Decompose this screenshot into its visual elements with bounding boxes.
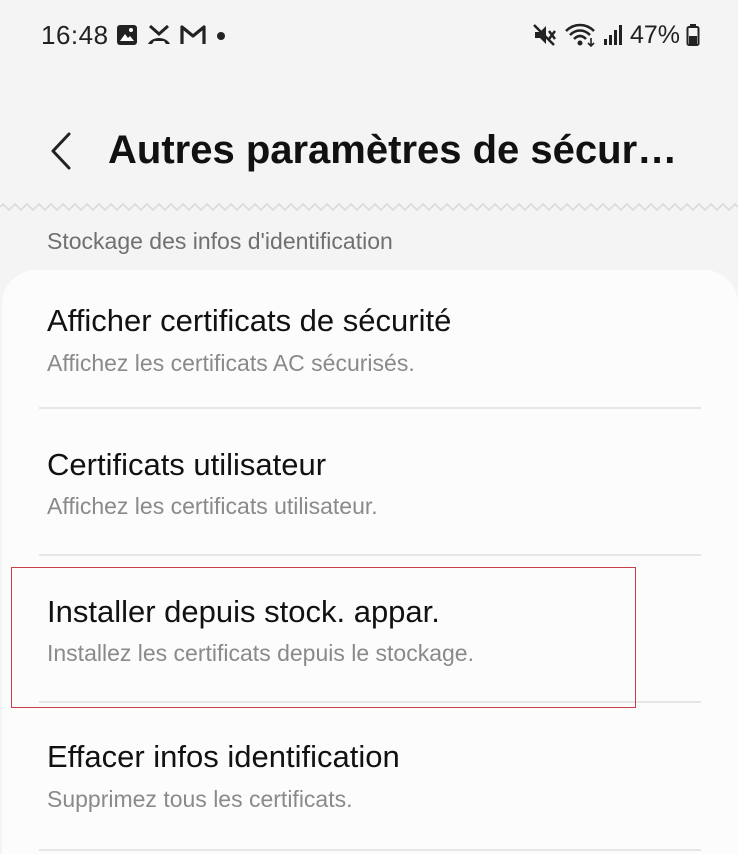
item-subtitle: Installez les certificats depuis le stoc… <box>47 640 474 666</box>
item-subtitle: Affichez les certificats utilisateur. <box>47 493 378 519</box>
screen: 16:48 47% Autres paramètres de sécur… St… <box>0 0 738 854</box>
list-item-view-security-certificates[interactable]: Afficher certificats de sécurité Affiche… <box>2 270 738 408</box>
page-title: Autres paramètres de sécur… <box>108 128 678 172</box>
item-title: Installer depuis stock. appar. <box>47 594 440 629</box>
system-icons: 47% <box>532 20 700 50</box>
wifi-icon <box>564 23 596 47</box>
status-time: 16:48 <box>41 20 109 50</box>
signal-icon <box>602 23 624 47</box>
missed-call-icon <box>146 24 172 46</box>
list-item-install-from-storage[interactable]: Installer depuis stock. appar. Installez… <box>2 556 738 701</box>
header-divider <box>0 202 738 212</box>
back-button[interactable] <box>38 122 84 180</box>
app-bar: Autres paramètres de sécur… <box>0 100 738 200</box>
settings-card: Afficher certificats de sécurité Affiche… <box>2 270 738 854</box>
gallery-icon <box>116 24 138 46</box>
item-title: Certificats utilisateur <box>47 447 327 482</box>
chevron-left-icon <box>47 131 75 171</box>
battery-percentage: 47% <box>629 20 680 49</box>
notification-dot-icon <box>214 24 228 46</box>
item-subtitle: Affichez les certificats AC sécurisés. <box>47 350 415 376</box>
battery-icon <box>686 23 700 47</box>
notification-icons <box>116 22 228 48</box>
mute-icon <box>532 23 558 47</box>
list-item-user-certificates[interactable]: Certificats utilisateur Affichez les cer… <box>2 409 738 554</box>
section-label: Stockage des infos d'identification <box>47 228 393 254</box>
item-title: Afficher certificats de sécurité <box>47 303 452 338</box>
item-title: Effacer infos identification <box>47 739 400 774</box>
status-bar: 16:48 47% <box>0 0 738 70</box>
divider <box>39 849 701 851</box>
item-subtitle: Supprimez tous les certificats. <box>47 786 353 812</box>
gmail-icon <box>180 24 206 46</box>
list-item-clear-credentials[interactable]: Effacer infos identification Supprimez t… <box>2 703 738 848</box>
